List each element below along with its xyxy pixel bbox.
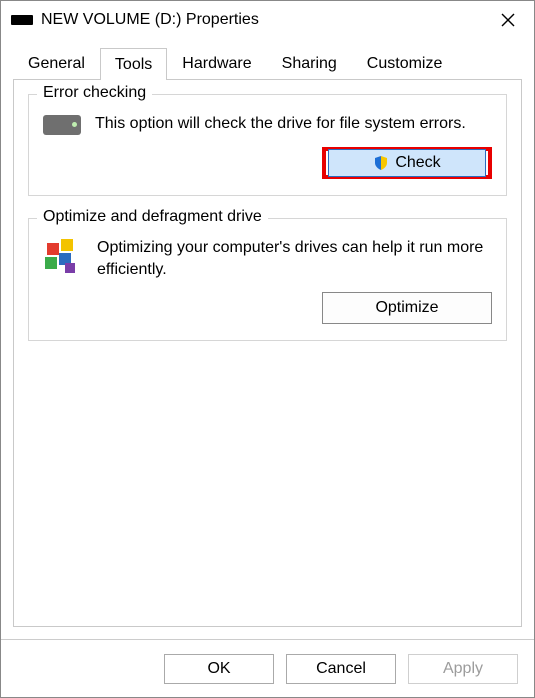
window-title: NEW VOLUME (D:) Properties <box>41 11 488 29</box>
tab-panel: Error checking This option will check th… <box>13 79 522 627</box>
close-button[interactable] <box>488 3 528 37</box>
optimize-title: Optimize and defragment drive <box>37 208 268 226</box>
tab-tools[interactable]: Tools <box>100 48 167 80</box>
dialog-footer: OK Cancel Apply <box>1 639 534 697</box>
cancel-button[interactable]: Cancel <box>286 654 396 684</box>
apply-button: Apply <box>408 654 518 684</box>
tab-strip: General Tools Hardware Sharing Customize <box>1 47 534 79</box>
error-checking-group: Error checking This option will check th… <box>28 94 507 196</box>
optimize-button[interactable]: Optimize <box>322 292 492 324</box>
tab-general[interactable]: General <box>13 47 100 79</box>
drive-icon <box>11 15 33 25</box>
hard-drive-icon <box>43 115 81 135</box>
optimize-description: Optimizing your computer's drives can he… <box>97 237 492 280</box>
tab-customize[interactable]: Customize <box>352 47 458 79</box>
error-checking-title: Error checking <box>37 84 152 102</box>
optimize-button-label: Optimize <box>375 299 438 317</box>
close-icon <box>501 13 515 27</box>
tab-hardware[interactable]: Hardware <box>167 47 266 79</box>
ok-button[interactable]: OK <box>164 654 274 684</box>
tab-sharing[interactable]: Sharing <box>267 47 352 79</box>
check-button-highlight: Check <box>322 147 492 179</box>
title-bar: NEW VOLUME (D:) Properties <box>1 1 534 39</box>
error-checking-description: This option will check the drive for fil… <box>95 113 492 135</box>
check-button-label: Check <box>395 154 440 172</box>
check-button[interactable]: Check <box>328 149 486 177</box>
properties-window: NEW VOLUME (D:) Properties General Tools… <box>0 0 535 698</box>
optimize-group: Optimize and defragment drive Optimizing… <box>28 218 507 341</box>
defrag-icon <box>43 237 83 277</box>
uac-shield-icon <box>373 155 389 171</box>
